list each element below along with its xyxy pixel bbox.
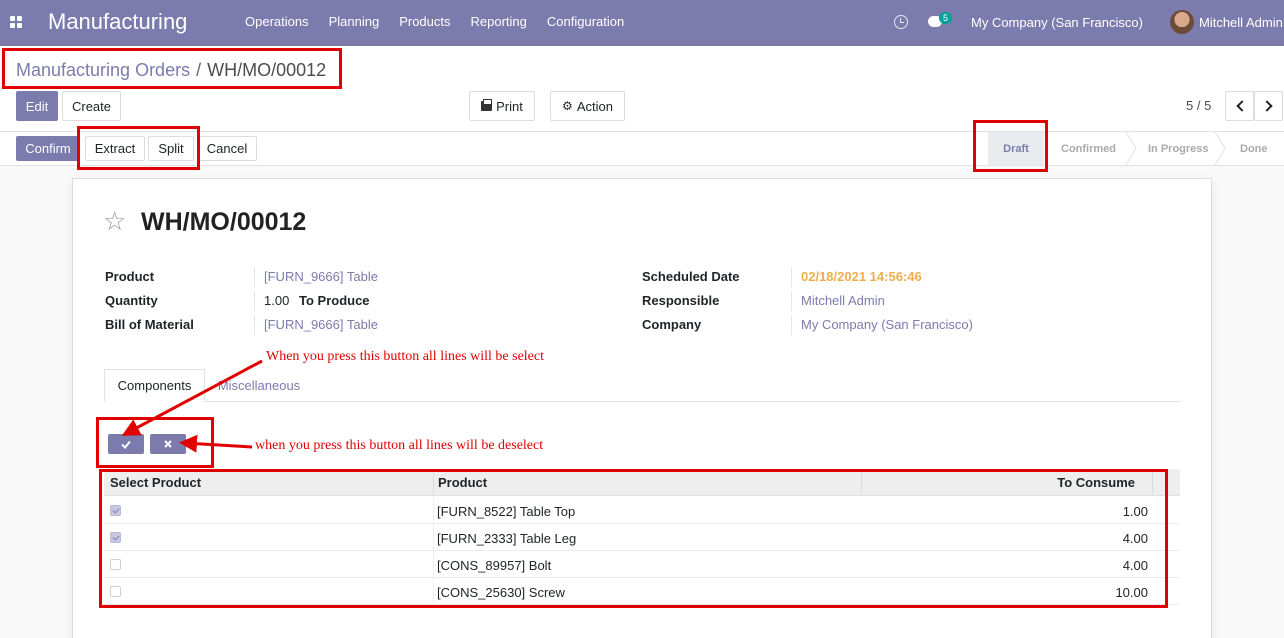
top-navbar: Manufacturing Operations Planning Produc… bbox=[0, 0, 1284, 46]
extract-button[interactable]: Extract bbox=[85, 136, 145, 161]
annotation-select-note: When you press this button all lines wil… bbox=[266, 349, 545, 364]
field-value-product[interactable]: [FURN_9666] Table bbox=[264, 269, 378, 284]
print-button[interactable]: Print bbox=[469, 91, 535, 121]
print-label: Print bbox=[496, 98, 523, 114]
row-to-consume: 1.00 bbox=[1122, 504, 1148, 519]
table-row[interactable]: [FURN_2333] Table Leg 4.00 bbox=[104, 524, 1180, 551]
field-quantity-suffix: To Produce bbox=[299, 293, 370, 308]
field-value-bom[interactable]: [FURN_9666] Table bbox=[264, 317, 378, 332]
user-menu[interactable]: Mitchell Admin bbox=[1199, 15, 1283, 30]
row-select-checkbox[interactable] bbox=[110, 532, 121, 543]
row-to-consume: 4.00 bbox=[1122, 558, 1148, 573]
stage-in-progress[interactable]: In Progress bbox=[1148, 132, 1209, 165]
row-product: [CONS_25630] Screw bbox=[437, 585, 565, 600]
row-product: [FURN_2333] Table Leg bbox=[437, 531, 577, 546]
select-all-button[interactable] bbox=[108, 434, 144, 454]
field-label-bom: Bill of Material bbox=[105, 317, 194, 332]
row-select-checkbox[interactable] bbox=[110, 586, 121, 597]
field-divider bbox=[791, 291, 792, 311]
field-divider bbox=[254, 267, 255, 287]
stage-divider-icon bbox=[1125, 132, 1137, 165]
stage-confirmed[interactable]: Confirmed bbox=[1061, 132, 1116, 165]
table-row[interactable]: [FURN_8522] Table Top 1.00 bbox=[104, 497, 1180, 524]
chevron-right-icon bbox=[1260, 100, 1273, 112]
cell-separator bbox=[433, 524, 434, 551]
record-title: WH/MO/00012 bbox=[141, 208, 307, 236]
breadcrumb-separator: / bbox=[196, 60, 202, 80]
field-value-scheduled-date: 02/18/2021 14:56:46 bbox=[801, 269, 922, 284]
breadcrumb-parent[interactable]: Manufacturing Orders bbox=[16, 60, 190, 80]
row-select-checkbox[interactable] bbox=[110, 505, 121, 516]
annotation-deselect-note: when you press this button all lines wil… bbox=[255, 438, 544, 453]
menu-reporting[interactable]: Reporting bbox=[461, 14, 537, 29]
action-button[interactable]: ⚙ Action bbox=[550, 91, 625, 121]
stage-done[interactable]: Done bbox=[1240, 132, 1268, 165]
cell-separator bbox=[433, 497, 434, 524]
table-row[interactable]: [CONS_25630] Screw 10.00 bbox=[104, 578, 1180, 605]
tab-miscellaneous[interactable]: Miscellaneous bbox=[206, 369, 312, 402]
cell-separator bbox=[433, 551, 434, 578]
tab-components[interactable]: Components bbox=[104, 369, 205, 402]
create-button[interactable]: Create bbox=[62, 91, 121, 121]
field-value-quantity: 1.00 bbox=[264, 293, 290, 308]
gear-icon: ⚙ bbox=[562, 99, 573, 113]
apps-menu-icon[interactable] bbox=[10, 16, 22, 28]
column-separator bbox=[433, 472, 434, 494]
field-divider bbox=[791, 315, 792, 335]
edit-button[interactable]: Edit bbox=[16, 91, 58, 121]
column-to-consume[interactable]: To Consume bbox=[1057, 475, 1135, 490]
avatar[interactable] bbox=[1170, 10, 1194, 34]
row-product: [FURN_8522] Table Top bbox=[437, 504, 576, 519]
app-name[interactable]: Manufacturing bbox=[48, 9, 187, 35]
field-divider bbox=[791, 267, 792, 287]
cell-separator bbox=[433, 578, 434, 605]
column-select-product[interactable]: Select Product bbox=[110, 475, 201, 490]
breadcrumb-current: WH/MO/00012 bbox=[207, 60, 327, 80]
field-label-quantity: Quantity bbox=[105, 293, 158, 308]
row-select-checkbox[interactable] bbox=[110, 559, 121, 570]
field-value-company[interactable]: My Company (San Francisco) bbox=[801, 317, 973, 332]
row-product: [CONS_89957] Bolt bbox=[437, 558, 552, 573]
times-icon bbox=[164, 440, 172, 448]
confirm-button[interactable]: Confirm bbox=[16, 136, 80, 161]
cancel-button[interactable]: Cancel bbox=[197, 136, 257, 161]
pager-value[interactable]: 5 / 5 bbox=[1186, 98, 1211, 113]
stage-draft[interactable]: Draft bbox=[988, 132, 1044, 165]
deselect-all-button[interactable] bbox=[150, 434, 186, 454]
breadcrumb: Manufacturing Orders / WH/MO/00012 bbox=[16, 60, 326, 81]
pager-previous-button[interactable] bbox=[1225, 91, 1254, 121]
field-divider bbox=[254, 315, 255, 335]
company-switcher[interactable]: My Company (San Francisco) bbox=[971, 15, 1143, 30]
action-label: Action bbox=[576, 98, 613, 114]
field-label-scheduled-date: Scheduled Date bbox=[642, 269, 740, 284]
row-to-consume: 10.00 bbox=[1115, 585, 1148, 600]
menu-configuration[interactable]: Configuration bbox=[537, 14, 634, 29]
field-label-responsible: Responsible bbox=[642, 293, 720, 308]
check-icon bbox=[121, 440, 131, 449]
field-value-responsible[interactable]: Mitchell Admin bbox=[801, 293, 885, 308]
menu-operations[interactable]: Operations bbox=[235, 14, 319, 29]
chevron-left-icon bbox=[1235, 100, 1248, 112]
menu-planning[interactable]: Planning bbox=[319, 14, 390, 29]
split-button[interactable]: Split bbox=[148, 136, 194, 161]
stage-divider-icon bbox=[1214, 132, 1226, 165]
activity-clock-icon[interactable] bbox=[894, 15, 908, 29]
column-separator bbox=[861, 472, 862, 494]
star-icon[interactable]: ☆ bbox=[103, 208, 126, 234]
statusbar: Confirm Extract Split Cancel Draft Confi… bbox=[0, 132, 1284, 166]
field-divider bbox=[254, 291, 255, 311]
main-menu: Operations Planning Products Reporting C… bbox=[235, 14, 634, 29]
field-label-product: Product bbox=[105, 269, 155, 284]
table-header: Select Product Product To Consume bbox=[104, 469, 1180, 496]
column-separator bbox=[1152, 472, 1153, 494]
field-label-company: Company bbox=[642, 317, 702, 332]
column-product[interactable]: Product bbox=[438, 475, 487, 490]
menu-products[interactable]: Products bbox=[389, 14, 460, 29]
table-row[interactable]: [CONS_89957] Bolt 4.00 bbox=[104, 551, 1180, 578]
control-panel: Manufacturing Orders / WH/MO/00012 Edit Cr… bbox=[0, 46, 1284, 132]
print-icon bbox=[481, 99, 493, 111]
chat-count-badge: 5 bbox=[939, 12, 953, 24]
pager-next-button[interactable] bbox=[1254, 91, 1283, 121]
row-to-consume: 4.00 bbox=[1122, 531, 1148, 546]
